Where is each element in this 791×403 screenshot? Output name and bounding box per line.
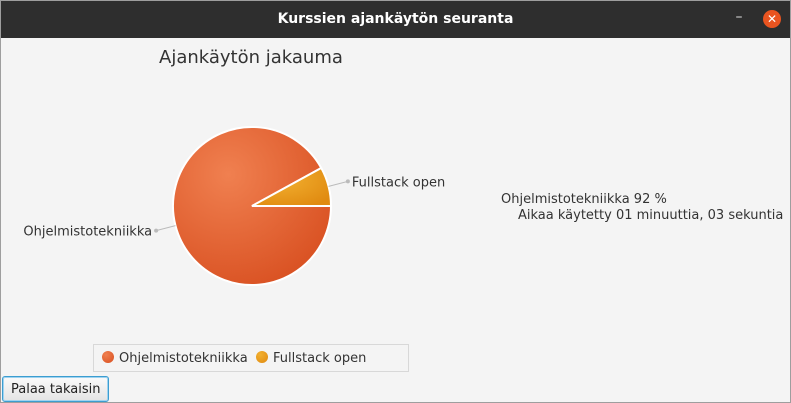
label-leader-line	[328, 180, 349, 187]
legend-color-icon	[256, 351, 268, 363]
back-button[interactable]: Palaa takaisin	[2, 376, 110, 402]
slice-label: Ohjelmistotekniikka	[23, 225, 152, 240]
selection-info: Ohjelmistotekniikka 92 % Aikaa käytetty …	[501, 192, 783, 224]
main-content: Ajankäytön jakauma Ohjelmistotekniikka Fu…	[1, 38, 790, 402]
label-leader-dot	[345, 179, 350, 184]
window-title: Kurssien ajankäytön seuranta	[277, 11, 514, 27]
legend-item-fullstack-open: Fullstack open	[256, 351, 366, 366]
legend-item-ohjelmistotekniikka: Ohjelmistotekniikka	[102, 351, 248, 366]
minimize-icon[interactable]: –	[731, 9, 747, 29]
slice-label: Fullstack open	[352, 175, 445, 190]
close-icon[interactable]: ✕	[763, 10, 781, 28]
app-window: Kurssien ajankäytön seuranta – ✕ Ajankäy…	[0, 0, 791, 403]
label-leader-dot	[154, 228, 159, 233]
selection-percentage: Ohjelmistotekniikka 92 %	[501, 192, 667, 207]
legend-color-icon	[102, 351, 114, 363]
chart-legend: Ohjelmistotekniikka Fullstack open	[93, 344, 409, 372]
title-bar: Kurssien ajankäytön seuranta – ✕	[1, 1, 790, 38]
pie-chart: Ohjelmistotekniikka Fullstack open	[23, 126, 445, 286]
selection-time-spent: Aikaa käytetty 01 minuuttia, 03 sekuntia	[518, 208, 784, 223]
label-leader-line	[155, 225, 176, 232]
